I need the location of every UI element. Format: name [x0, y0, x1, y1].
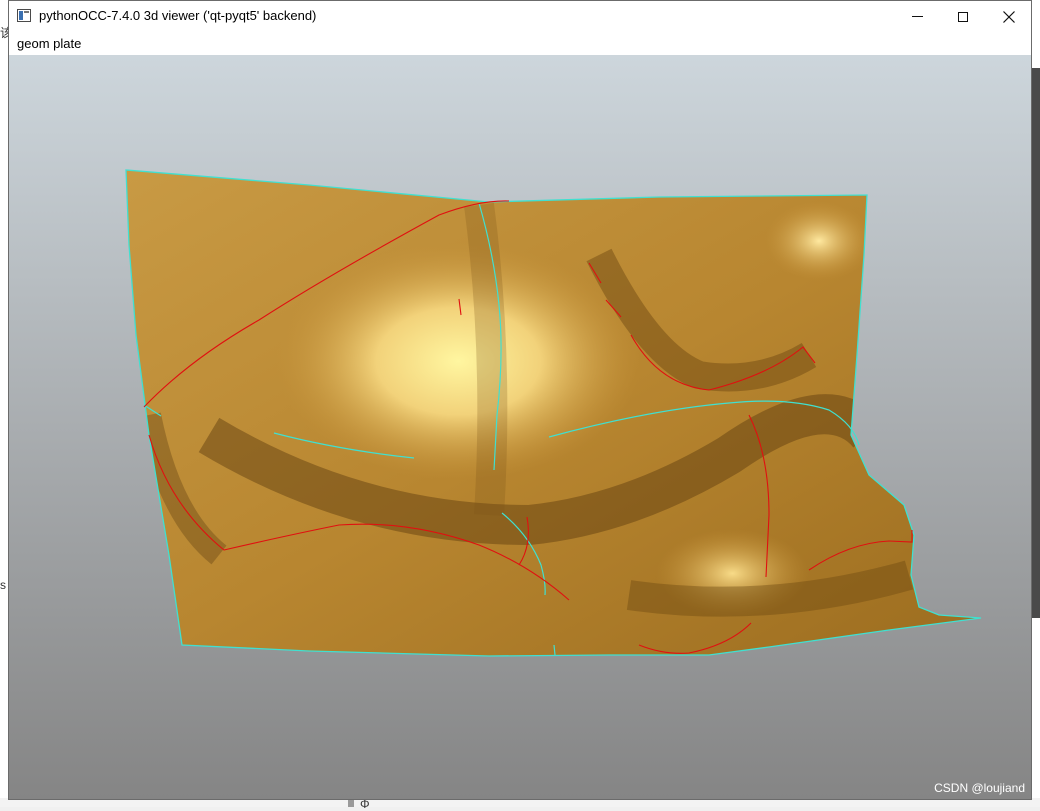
plate-surface-render — [9, 55, 1031, 799]
menu-geom-plate[interactable]: geom plate — [17, 36, 81, 51]
close-icon — [1003, 11, 1015, 23]
app-window-icon — [17, 9, 31, 22]
watermark: CSDN @loujiand — [934, 781, 1025, 795]
title-bar[interactable]: pythonOCC-7.4.0 3d viewer ('qt-pyqt5' ba… — [9, 1, 1031, 32]
maximize-icon — [958, 12, 968, 22]
desktop-scrollbar[interactable] — [1032, 68, 1040, 618]
minimize-icon — [912, 16, 923, 17]
viewer-window: pythonOCC-7.4.0 3d viewer ('qt-pyqt5' ba… — [8, 0, 1032, 800]
maximize-button[interactable] — [940, 1, 986, 32]
window-title: pythonOCC-7.4.0 3d viewer ('qt-pyqt5' ba… — [39, 8, 316, 23]
desktop-partial-text-mid: s — [0, 578, 6, 592]
desktop-background-right — [1032, 0, 1040, 807]
minimize-button[interactable] — [894, 1, 940, 32]
menu-bar: geom plate — [9, 32, 1031, 54]
desktop-background-left — [0, 0, 8, 807]
3d-viewport[interactable]: CSDN @loujiand — [9, 55, 1031, 799]
menu-label: eom plate — [24, 36, 81, 51]
close-button[interactable] — [986, 1, 1032, 32]
